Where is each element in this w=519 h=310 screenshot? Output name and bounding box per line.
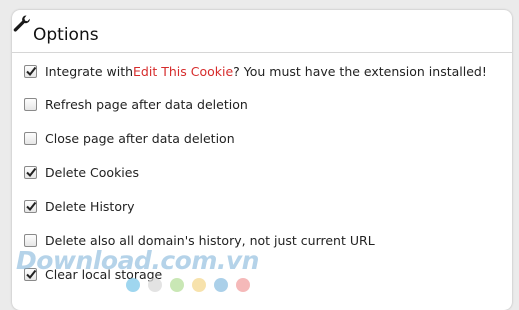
edit-this-cookie-link[interactable]: Edit This Cookie bbox=[133, 64, 233, 79]
delete-domain-history-label: Delete also all domain's history, not ju… bbox=[45, 233, 375, 248]
integrate-label-after: ? You must have the extension installed! bbox=[233, 64, 487, 79]
panel-title: Options bbox=[33, 25, 99, 45]
integrate-label-before: Integrate with bbox=[45, 64, 134, 79]
option-clear-local-storage: Clear local storage bbox=[24, 267, 162, 282]
integrate-checkbox[interactable] bbox=[24, 65, 37, 78]
options-panel bbox=[12, 10, 512, 310]
delete-history-checkbox[interactable] bbox=[24, 200, 37, 213]
checkmark-icon bbox=[26, 167, 37, 178]
close-page-label: Close page after data deletion bbox=[45, 131, 235, 146]
close-page-checkbox[interactable] bbox=[24, 132, 37, 145]
option-delete-domain-history: Delete also all domain's history, not ju… bbox=[24, 233, 375, 248]
option-integrate-edit-this-cookie: Integrate with Edit This Cookie? You mus… bbox=[24, 64, 487, 79]
refresh-page-label: Refresh page after data deletion bbox=[45, 97, 248, 112]
delete-history-label: Delete History bbox=[45, 199, 135, 214]
option-delete-history: Delete History bbox=[24, 199, 135, 214]
delete-domain-history-checkbox[interactable] bbox=[24, 234, 37, 247]
wrench-icon bbox=[13, 15, 30, 32]
checkmark-icon bbox=[26, 269, 37, 280]
option-close-page: Close page after data deletion bbox=[24, 131, 235, 146]
option-delete-cookies: Delete Cookies bbox=[24, 165, 139, 180]
delete-cookies-label: Delete Cookies bbox=[45, 165, 139, 180]
refresh-page-checkbox[interactable] bbox=[24, 98, 37, 111]
clear-local-storage-checkbox[interactable] bbox=[24, 268, 37, 281]
option-refresh-page: Refresh page after data deletion bbox=[24, 97, 248, 112]
checkmark-icon bbox=[26, 66, 37, 77]
title-divider bbox=[12, 52, 512, 53]
checkmark-icon bbox=[26, 201, 37, 212]
clear-local-storage-label: Clear local storage bbox=[45, 267, 163, 282]
delete-cookies-checkbox[interactable] bbox=[24, 166, 37, 179]
